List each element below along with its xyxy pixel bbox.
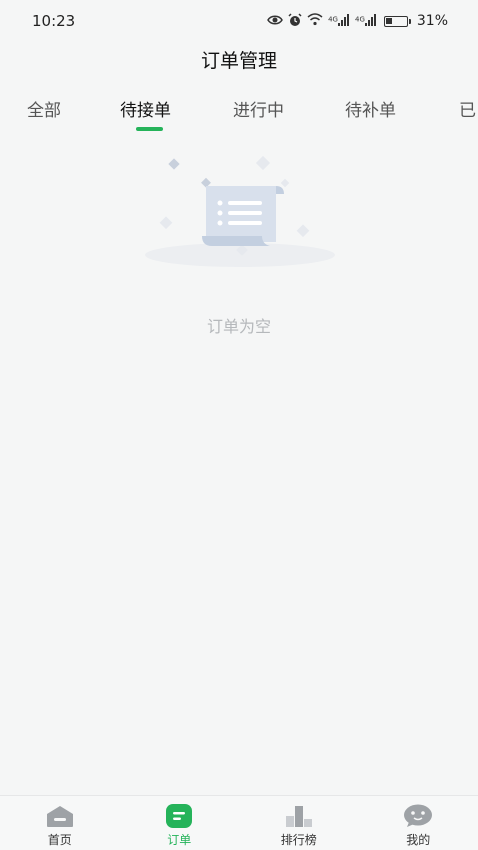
battery-percent: 31%: [416, 13, 448, 29]
nav-label-orders: 订单: [167, 833, 192, 847]
nav-item-orders[interactable]: 订单: [120, 796, 240, 850]
status-icons: 4G 4G 31%: [267, 12, 448, 30]
tab-pending-accept[interactable]: 待接单: [120, 96, 171, 121]
status-bar: 10:23 4G 4G 31%: [0, 0, 478, 42]
tab-completed[interactable]: 已: [459, 96, 476, 121]
nav-item-home[interactable]: 首页: [0, 796, 120, 850]
tab-all[interactable]: 全部: [27, 96, 61, 121]
home-icon: [45, 803, 75, 829]
alarm-icon: [288, 12, 302, 30]
battery-level: [386, 18, 392, 24]
network-type-label: 4G: [328, 14, 338, 23]
order-status-tabs: 全部 待接单 进行中 待补单 已: [0, 90, 478, 134]
empty-list-illustration: [140, 150, 340, 270]
signal-icon-2: 4G: [354, 13, 377, 29]
profile-icon: [403, 803, 433, 829]
nav-label-profile: 我的: [406, 833, 431, 847]
network-type-label: 4G: [354, 14, 365, 23]
battery-icon: [383, 15, 411, 27]
bottom-navigation: 首页 订单 排行榜 我的: [0, 795, 478, 850]
active-tab-indicator: [136, 127, 163, 131]
ranking-icon: [284, 803, 314, 829]
clock: 10:23: [32, 12, 76, 30]
tab-in-progress[interactable]: 进行中: [233, 96, 284, 121]
nav-label-home: 首页: [47, 833, 72, 847]
wifi-icon: [307, 13, 323, 29]
nav-item-ranking[interactable]: 排行榜: [239, 796, 359, 850]
page-title: 订单管理: [200, 50, 277, 72]
nav-label-ranking: 排行榜: [280, 833, 317, 847]
empty-state-message: 订单为空: [206, 317, 271, 336]
nav-item-profile[interactable]: 我的: [359, 796, 478, 850]
tab-pending-supplement[interactable]: 待补单: [345, 96, 396, 121]
signal-icon-1: 4G: [328, 13, 350, 29]
eye-icon: [267, 14, 283, 29]
order-icon: [164, 803, 194, 829]
